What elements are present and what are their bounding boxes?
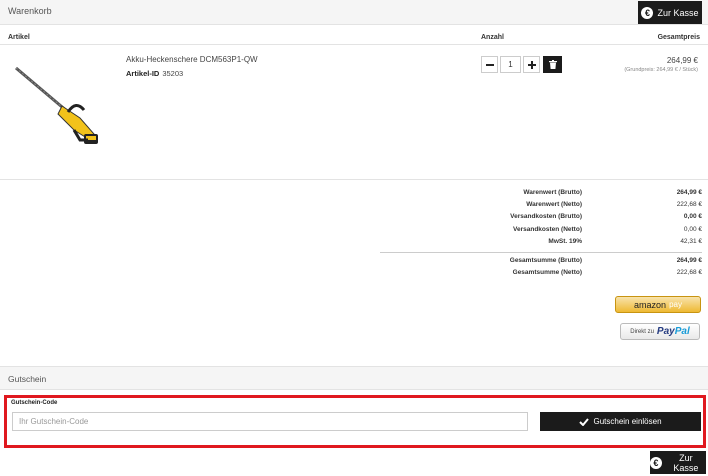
summary-value: 222,68 € [676,201,702,208]
summary-row: MwSt. 19% 42,31 € [380,238,702,250]
column-header-total: Gesamtpreis [657,34,700,41]
summary-value: 0,00 € [683,213,702,220]
cart-title: Warenkorb [8,6,52,16]
summary-label: Warenwert (Netto) [526,201,582,208]
summary-label: Warenwert (Brutto) [523,189,582,196]
euro-icon: € [650,456,662,469]
checkout-button-top[interactable]: € Zur Kasse [638,1,702,24]
quantity-stepper [481,56,562,73]
summary-value: 0,00 € [683,226,702,233]
increase-quantity-button[interactable] [523,56,540,73]
summary-value: 42,31 € [680,238,702,245]
cart-header: Warenkorb € Zur Kasse [0,0,708,25]
trash-icon [548,60,557,69]
plus-icon [527,60,536,69]
voucher-form: Gutschein-Code Gutschein einlösen [4,395,706,448]
summary-value: 264,99 € [676,189,702,196]
summary-label: Versandkosten (Brutto) [510,213,582,220]
totals-label: Gesamtsumme (Brutto) [509,257,582,264]
summary-label: MwSt. 19% [548,238,582,245]
column-header-quantity: Anzahl [481,34,504,41]
totals-label: Gesamtsumme (Netto) [512,269,582,276]
redeem-voucher-label: Gutschein einlösen [593,417,662,426]
summary-row: Warenwert (Brutto) 264,99 € [380,189,702,201]
amazon-pay-label: pay [669,300,682,309]
product-divider [0,179,708,180]
totals-divider [380,252,702,253]
voucher-section-header: Gutschein [0,366,708,390]
summary-row: Warenwert (Netto) 222,68 € [380,201,702,213]
header-divider [0,44,708,45]
product-id-label: Artikel-ID [126,69,160,78]
summary-row: Versandkosten (Brutto) 0,00 € [380,213,702,225]
remove-item-button[interactable] [543,56,562,73]
totals-value: 222,68 € [676,269,702,276]
paypal-prefix: Direkt zu [630,328,654,335]
summary-label: Versandkosten (Netto) [513,226,582,233]
product-name[interactable]: Akku-Heckenschere DCM563P1-QW [126,55,258,64]
voucher-code-label: Gutschein-Code [11,400,58,406]
paypal-checkout-button[interactable]: Direkt zu PayPal [620,323,700,340]
amazon-pay-word: amazon [634,299,667,310]
checkmark-icon [579,417,590,426]
totals-value: 264,99 € [676,257,702,264]
product-id-value: 35203 [162,69,184,78]
euro-icon: € [641,6,654,19]
minus-icon [485,63,494,66]
redeem-voucher-button[interactable]: Gutschein einlösen [540,412,701,431]
summary-row: Versandkosten (Netto) 0,00 € [380,226,702,238]
paypal-logo: PayPal [656,326,690,337]
checkout-label: Zur Kasse [673,452,699,473]
item-base-price: (Grundpreis: 264,99 € / Stück) [624,67,698,73]
column-header-article: Artikel [8,34,30,41]
totals-row: Gesamtsumme (Netto) 222,68 € [380,269,702,281]
decrease-quantity-button[interactable] [481,56,498,73]
item-total-price: 264,99 € [666,56,698,65]
checkout-button-bottom[interactable]: € Zur Kasse [650,451,706,474]
totals-row: Gesamtsumme (Brutto) 264,99 € [380,257,702,269]
voucher-code-input[interactable] [12,412,528,431]
voucher-section-title: Gutschein [8,374,47,384]
product-id: Artikel-ID 35203 [126,69,183,78]
checkout-label: Zur Kasse [657,7,699,18]
amazon-pay-button[interactable]: amazon pay [615,296,701,313]
quantity-input[interactable] [500,56,521,73]
product-image[interactable] [10,60,105,155]
